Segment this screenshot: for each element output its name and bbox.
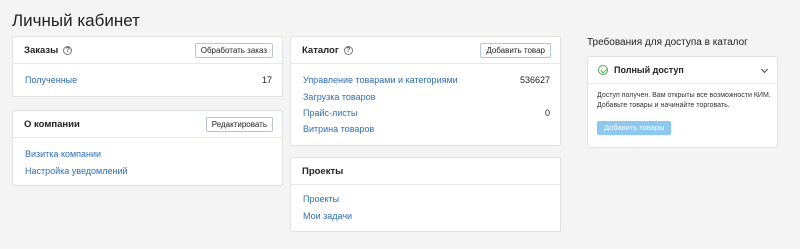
process-order-button[interactable]: Обработать заказ [194,43,273,58]
received-orders-count: 17 [261,75,272,85]
help-icon[interactable]: ? [343,45,353,55]
projects-title: Проекты [302,165,344,177]
projects-row-projects: Проекты [303,194,550,204]
showcase-link[interactable]: Витрина товаров [303,124,374,134]
catalog-row-manage: Управление товарами и категориями 536627 [303,75,550,85]
catalog-row-upload: Загрузка товаров [303,92,550,102]
orders-card: Заказы ? Обработать заказ Полученные 17 [12,36,283,97]
company-row-card: Визитка компании [25,149,272,159]
company-card-header: О компании Редактировать [13,111,282,138]
add-product-button[interactable]: Добавить товар [480,43,551,58]
company-title: О компании [24,118,80,130]
price-lists-link[interactable]: Прайс-листы [303,108,357,118]
received-orders-link[interactable]: Полученные [25,75,77,85]
company-card: О компании Редактировать Визитка компани… [12,110,283,186]
access-section-title: Требования для доступа в каталог [587,37,748,48]
projects-row-tasks: Мои задачи [303,211,550,221]
page-title: Личный кабинет [12,11,140,30]
price-lists-count: 0 [544,108,550,118]
upload-products-link[interactable]: Загрузка товаров [303,92,375,102]
projects-card: Проекты Проекты Мои задачи [290,157,561,232]
company-row-notifications: Настройка уведомлений [25,166,272,176]
projects-link[interactable]: Проекты [303,194,339,204]
check-circle-icon [598,65,608,75]
orders-row-received: Полученные 17 [25,75,272,85]
catalog-row-pricelists: Прайс-листы 0 [303,108,550,118]
access-description: Доступ получен. Вам открыты все возможно… [597,92,771,109]
access-card: Полный доступ Доступ получен. Вам открыт… [587,56,778,148]
catalog-card-header: Каталог ? Добавить товар [291,37,560,64]
company-card-link[interactable]: Визитка компании [25,149,101,159]
catalog-title: Каталог [302,44,339,56]
catalog-row-showcase: Витрина товаров [303,124,550,134]
notification-settings-link[interactable]: Настройка уведомлений [25,166,128,176]
orders-card-header: Заказы ? Обработать заказ [13,37,282,64]
orders-title: Заказы [24,44,59,56]
edit-company-button[interactable]: Редактировать [205,117,273,132]
chevron-down-icon[interactable] [760,65,769,74]
my-tasks-link[interactable]: Мои задачи [303,211,352,221]
access-card-header[interactable]: Полный доступ [588,57,777,84]
help-icon[interactable]: ? [63,45,73,55]
add-products-button[interactable]: Добавить товары [597,121,672,135]
access-status-title: Полный доступ [614,65,684,75]
products-count: 536627 [519,75,550,85]
catalog-card: Каталог ? Добавить товар Управление това… [290,36,561,146]
manage-products-link[interactable]: Управление товарами и категориями [303,75,458,85]
projects-card-header: Проекты [291,158,560,185]
